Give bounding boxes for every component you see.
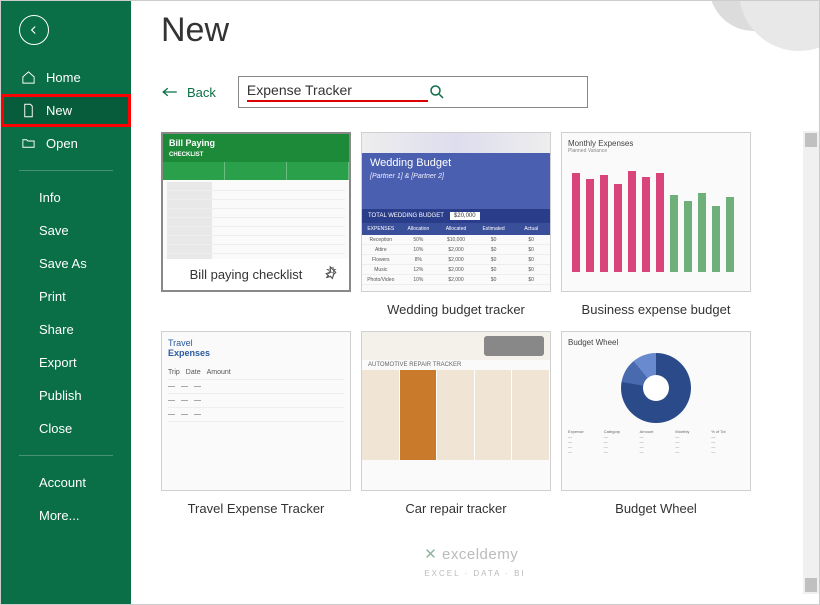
template-thumbnail: Budget Wheel Expense———— Category———— Am… [561,331,751,491]
template-business-expense-budget[interactable]: Monthly Expenses Planned Variance Busine… [561,132,751,317]
scroll-up-button[interactable] [805,133,817,147]
separator [19,455,113,456]
arrow-left-icon [161,85,179,99]
template-label: Wedding budget tracker [361,292,551,317]
nav-label: New [46,103,72,118]
template-label: Travel Expense Tracker [161,491,351,516]
nav-label: Open [46,136,78,151]
search-box[interactable] [238,76,588,108]
nav-home[interactable]: Home [1,61,131,94]
template-car-repair-tracker[interactable]: AUTOMOTIVE REPAIR TRACKER Car repair tra… [361,331,551,516]
nav-export[interactable]: Export [1,346,131,379]
main-panel: New Back Bill PayingCHECKLIST [131,1,819,604]
nav-open[interactable]: Open [1,127,131,160]
template-thumbnail: Monthly Expenses Planned Variance [561,132,751,292]
search-input[interactable] [247,82,428,98]
scrollbar-vertical[interactable] [803,131,819,594]
nav-more[interactable]: More... [1,499,131,532]
nav-info[interactable]: Info [1,181,131,214]
template-thumbnail: Bill PayingCHECKLIST [161,132,351,292]
template-label: Business expense budget [561,292,751,317]
template-budget-wheel[interactable]: Budget Wheel Expense———— Category———— Am… [561,331,751,516]
nav-label: Home [46,70,81,85]
pin-icon[interactable] [325,265,341,284]
template-thumbnail: AUTOMOTIVE REPAIR TRACKER [361,331,551,491]
template-travel-expense-tracker[interactable]: Travel Expenses TripDateAmount ——— ——— —… [161,331,351,516]
corner-decoration [669,1,819,81]
template-label: Car repair tracker [361,491,551,516]
document-icon [21,103,36,118]
nav-save[interactable]: Save [1,214,131,247]
separator [19,170,113,171]
template-thumbnail: Travel Expenses TripDateAmount ——— ——— —… [161,331,351,491]
backstage-sidebar: Home New Open Info Save Save As Print Sh… [1,1,131,604]
template-bill-paying-checklist[interactable]: Bill PayingCHECKLIST [161,132,351,317]
template-thumbnail: Wedding Budget [Partner 1] & [Partner 2]… [361,132,551,292]
folder-open-icon [21,136,36,151]
search-icon[interactable] [428,83,446,101]
nav-saveas[interactable]: Save As [1,247,131,280]
back-link[interactable]: Back [161,85,216,100]
home-icon [21,70,36,85]
back-button[interactable] [19,15,49,45]
nav-publish[interactable]: Publish [1,379,131,412]
template-label: Bill paying checklist [190,267,303,282]
nav-print[interactable]: Print [1,280,131,313]
nav-new[interactable]: New [1,94,131,127]
nav-account[interactable]: Account [1,466,131,499]
template-wedding-budget-tracker[interactable]: Wedding Budget [Partner 1] & [Partner 2]… [361,132,551,317]
nav-close[interactable]: Close [1,412,131,445]
scroll-down-button[interactable] [805,578,817,592]
nav-share[interactable]: Share [1,313,131,346]
back-label: Back [187,85,216,100]
template-label: Budget Wheel [561,491,751,516]
